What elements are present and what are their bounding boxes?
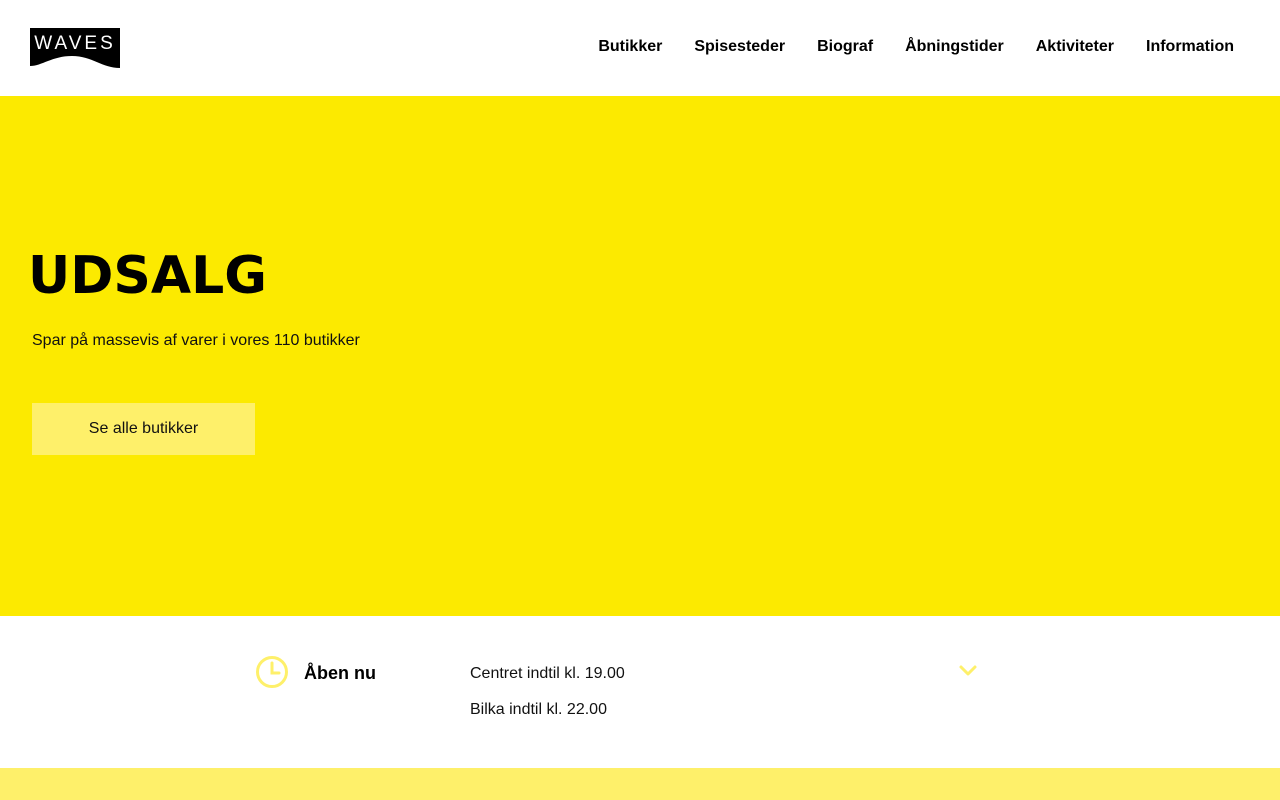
waves-logo[interactable]: WAVES bbox=[30, 28, 120, 68]
main-navigation: Butikker Spisesteder Biograf Åbningstide… bbox=[598, 0, 1234, 93]
nav-item-aktiviteter[interactable]: Aktiviteter bbox=[1036, 38, 1114, 56]
centre-hours: Centret indtil kl. 19.00 bbox=[470, 665, 625, 682]
nav-item-information[interactable]: Information bbox=[1146, 38, 1234, 56]
hero-subtitle: Spar på massevis af varer i vores 110 bu… bbox=[32, 332, 360, 349]
nav-item-spisesteder[interactable]: Spisesteder bbox=[694, 38, 785, 56]
hero-banner: UDSALG Spar på massevis af varer i vores… bbox=[0, 96, 1280, 616]
see-all-shops-button[interactable]: Se alle butikker bbox=[32, 403, 255, 455]
footer-band bbox=[0, 768, 1280, 800]
logo-text: WAVES bbox=[34, 33, 116, 54]
nav-item-butikker[interactable]: Butikker bbox=[598, 38, 662, 56]
site-header: WAVES Butikker Spisesteder Biograf Åbnin… bbox=[0, 0, 1280, 96]
nav-item-biograf[interactable]: Biograf bbox=[817, 38, 873, 56]
open-now-label: Åben nu bbox=[304, 663, 376, 683]
opening-hours-bar: Åben nu Centret indtil kl. 19.00 Bilka i… bbox=[0, 616, 1280, 768]
hero-title: UDSALG bbox=[28, 246, 267, 306]
clock-icon bbox=[256, 656, 288, 688]
nav-item-abningstider[interactable]: Åbningstider bbox=[905, 38, 1004, 56]
bilka-hours: Bilka indtil kl. 22.00 bbox=[470, 701, 607, 718]
chevron-down-icon[interactable] bbox=[958, 664, 978, 678]
